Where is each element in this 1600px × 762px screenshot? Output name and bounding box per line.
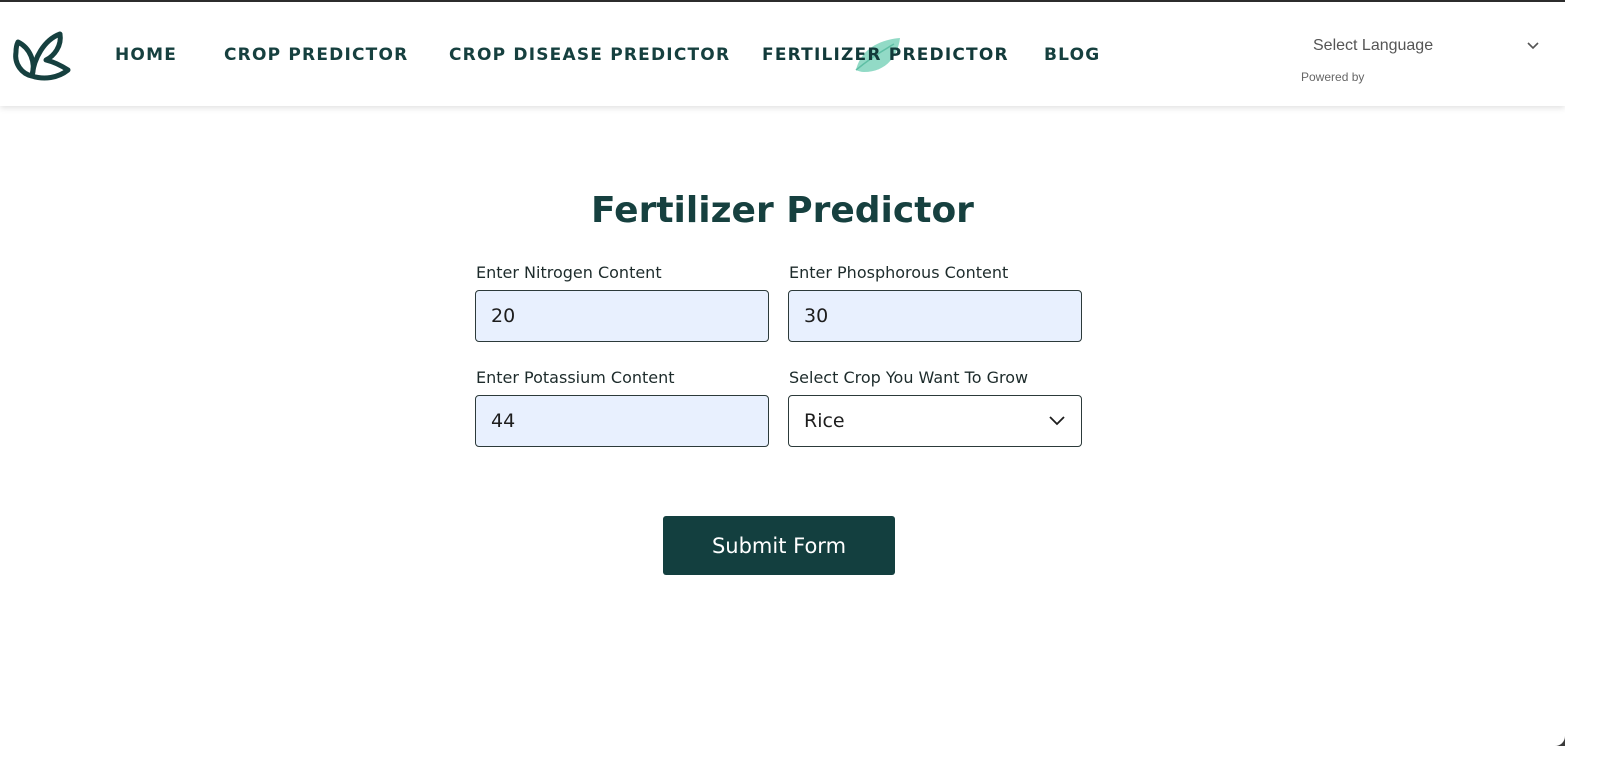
crop-select[interactable]: Rice bbox=[788, 395, 1082, 447]
crop-select-value: Rice bbox=[804, 410, 845, 432]
nav-crop-disease-predictor[interactable]: CROP DISEASE PREDICTOR bbox=[449, 42, 730, 68]
nitrogen-value: 20 bbox=[491, 305, 516, 327]
potassium-input[interactable]: 44 bbox=[475, 395, 769, 447]
nav-crop-predictor[interactable]: CROP PREDICTOR bbox=[224, 42, 408, 68]
window-edge-right bbox=[1565, 0, 1600, 762]
window-edge-bottom bbox=[0, 746, 1600, 762]
phosphorous-input[interactable]: 30 bbox=[788, 290, 1082, 342]
phosphorous-value: 30 bbox=[804, 305, 829, 327]
chevron-down-icon bbox=[1049, 416, 1065, 426]
nav-home[interactable]: HOME bbox=[115, 42, 177, 68]
phosphorous-label: Enter Phosphorous Content bbox=[789, 263, 1009, 282]
crop-select-label: Select Crop You Want To Grow bbox=[789, 368, 1029, 387]
nitrogen-input[interactable]: 20 bbox=[475, 290, 769, 342]
nitrogen-label: Enter Nitrogen Content bbox=[476, 263, 662, 282]
page-title: Fertilizer Predictor bbox=[591, 190, 974, 231]
nav-blog[interactable]: BLOG bbox=[1044, 42, 1100, 68]
potassium-value: 44 bbox=[491, 410, 516, 432]
chevron-down-icon bbox=[1527, 42, 1539, 50]
potassium-label: Enter Potassium Content bbox=[476, 368, 675, 387]
nav-fertilizer-predictor[interactable]: FERTILIZER PREDICTOR bbox=[762, 42, 1009, 68]
language-select[interactable]: Select Language bbox=[1300, 30, 1552, 62]
app-window: HOME CROP PREDICTOR CROP DISEASE PREDICT… bbox=[0, 0, 1565, 746]
nav-fertilizer-predictor-label: FERTILIZER PREDICTOR bbox=[762, 45, 1009, 65]
powered-by-text: Powered by bbox=[1301, 70, 1365, 84]
language-select-value: Select Language bbox=[1313, 37, 1434, 54]
submit-button[interactable]: Submit Form bbox=[663, 516, 895, 575]
navbar: HOME CROP PREDICTOR CROP DISEASE PREDICT… bbox=[0, 0, 1565, 106]
leaf-logo-icon[interactable] bbox=[10, 28, 72, 84]
